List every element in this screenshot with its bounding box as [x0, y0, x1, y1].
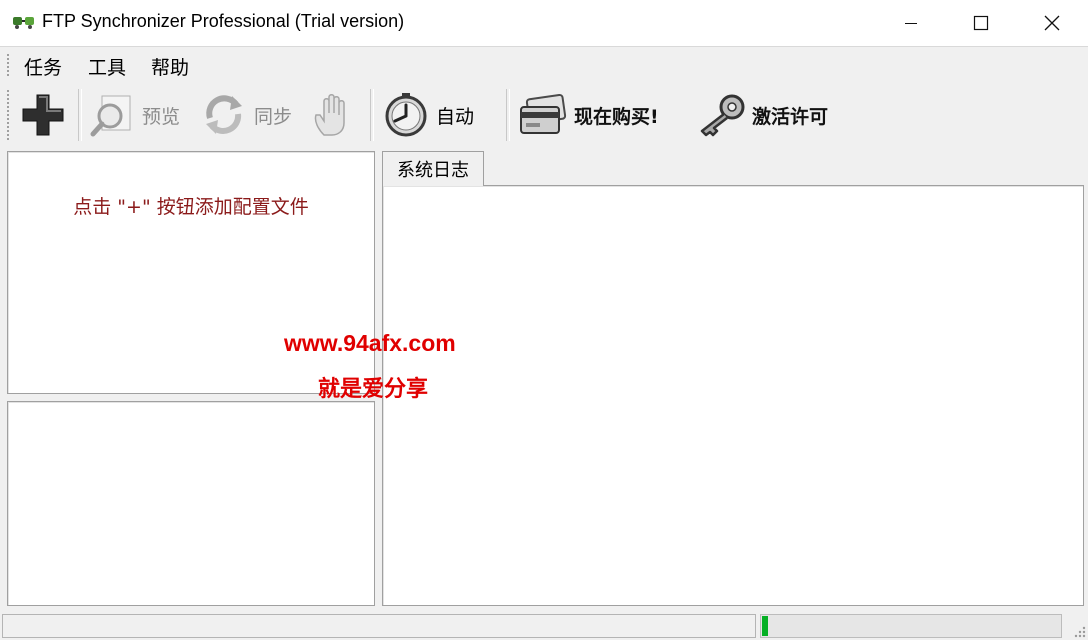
profile-list-panel[interactable]: 点击 "+" 按钮添加配置文件	[7, 151, 375, 394]
close-button[interactable]	[1017, 0, 1087, 46]
auto-button[interactable]: 自动	[382, 83, 482, 147]
menu-tools[interactable]: 工具	[88, 53, 126, 80]
app-logo-icon	[12, 12, 36, 32]
watermark-url: www.94afx.com	[284, 330, 456, 356]
sync-arrows-icon	[206, 95, 242, 134]
preview-button[interactable]: 预览	[90, 83, 190, 147]
toolbar: 预览 同步 自动 现在购买! 激活许可	[0, 83, 850, 147]
profile-details-panel[interactable]	[7, 401, 375, 606]
buy-now-button[interactable]: 现在购买!	[518, 83, 678, 147]
toolbar-grip[interactable]	[6, 89, 10, 141]
window-title: FTP Synchronizer Professional (Trial ver…	[42, 11, 405, 31]
toolbar-separator	[370, 89, 374, 141]
menu-help[interactable]: 帮助	[151, 53, 189, 80]
tab-system-log[interactable]: 系统日志	[382, 151, 484, 186]
menu-bar: 任务 工具 帮助	[0, 47, 1088, 81]
preview-magnifier-icon	[90, 95, 131, 137]
auto-label: 自动	[436, 105, 475, 128]
menu-task[interactable]: 任务	[24, 53, 62, 80]
maximize-button[interactable]	[946, 0, 1016, 46]
progress-fill	[762, 616, 768, 636]
resize-grip-icon[interactable]	[1072, 624, 1086, 638]
add-profile-hint: 点击 "+" 按钮添加配置文件	[73, 196, 309, 218]
sync-label: 同步	[254, 105, 293, 128]
system-log-panel[interactable]	[382, 185, 1084, 606]
tab-system-log-label: 系统日志	[397, 160, 469, 181]
watermark-text: 就是爱分享	[318, 377, 429, 402]
add-profile-button[interactable]	[20, 83, 72, 147]
activate-license-label: 激活许可	[752, 105, 829, 128]
activate-license-button[interactable]: 激活许可	[696, 83, 846, 147]
hand-icon	[314, 94, 345, 136]
minimize-icon	[905, 23, 917, 24]
progress-bar	[760, 614, 1062, 638]
sync-button[interactable]: 同步	[200, 83, 300, 147]
title-bar: FTP Synchronizer Professional (Trial ver…	[0, 0, 1088, 47]
key-icon	[700, 94, 745, 137]
preview-label: 预览	[142, 105, 181, 128]
toolbar-separator	[78, 89, 82, 141]
plus-icon	[22, 94, 64, 136]
clock-icon	[385, 93, 427, 137]
credit-card-icon	[520, 93, 567, 134]
maximize-icon	[973, 15, 989, 31]
status-message-pane	[2, 614, 756, 638]
stop-button[interactable]	[310, 83, 362, 147]
toolbar-separator	[506, 89, 510, 141]
menu-grip[interactable]	[6, 53, 10, 77]
buy-now-label: 现在购买!	[574, 105, 659, 128]
close-icon	[1044, 15, 1060, 31]
minimize-button[interactable]	[876, 0, 946, 46]
